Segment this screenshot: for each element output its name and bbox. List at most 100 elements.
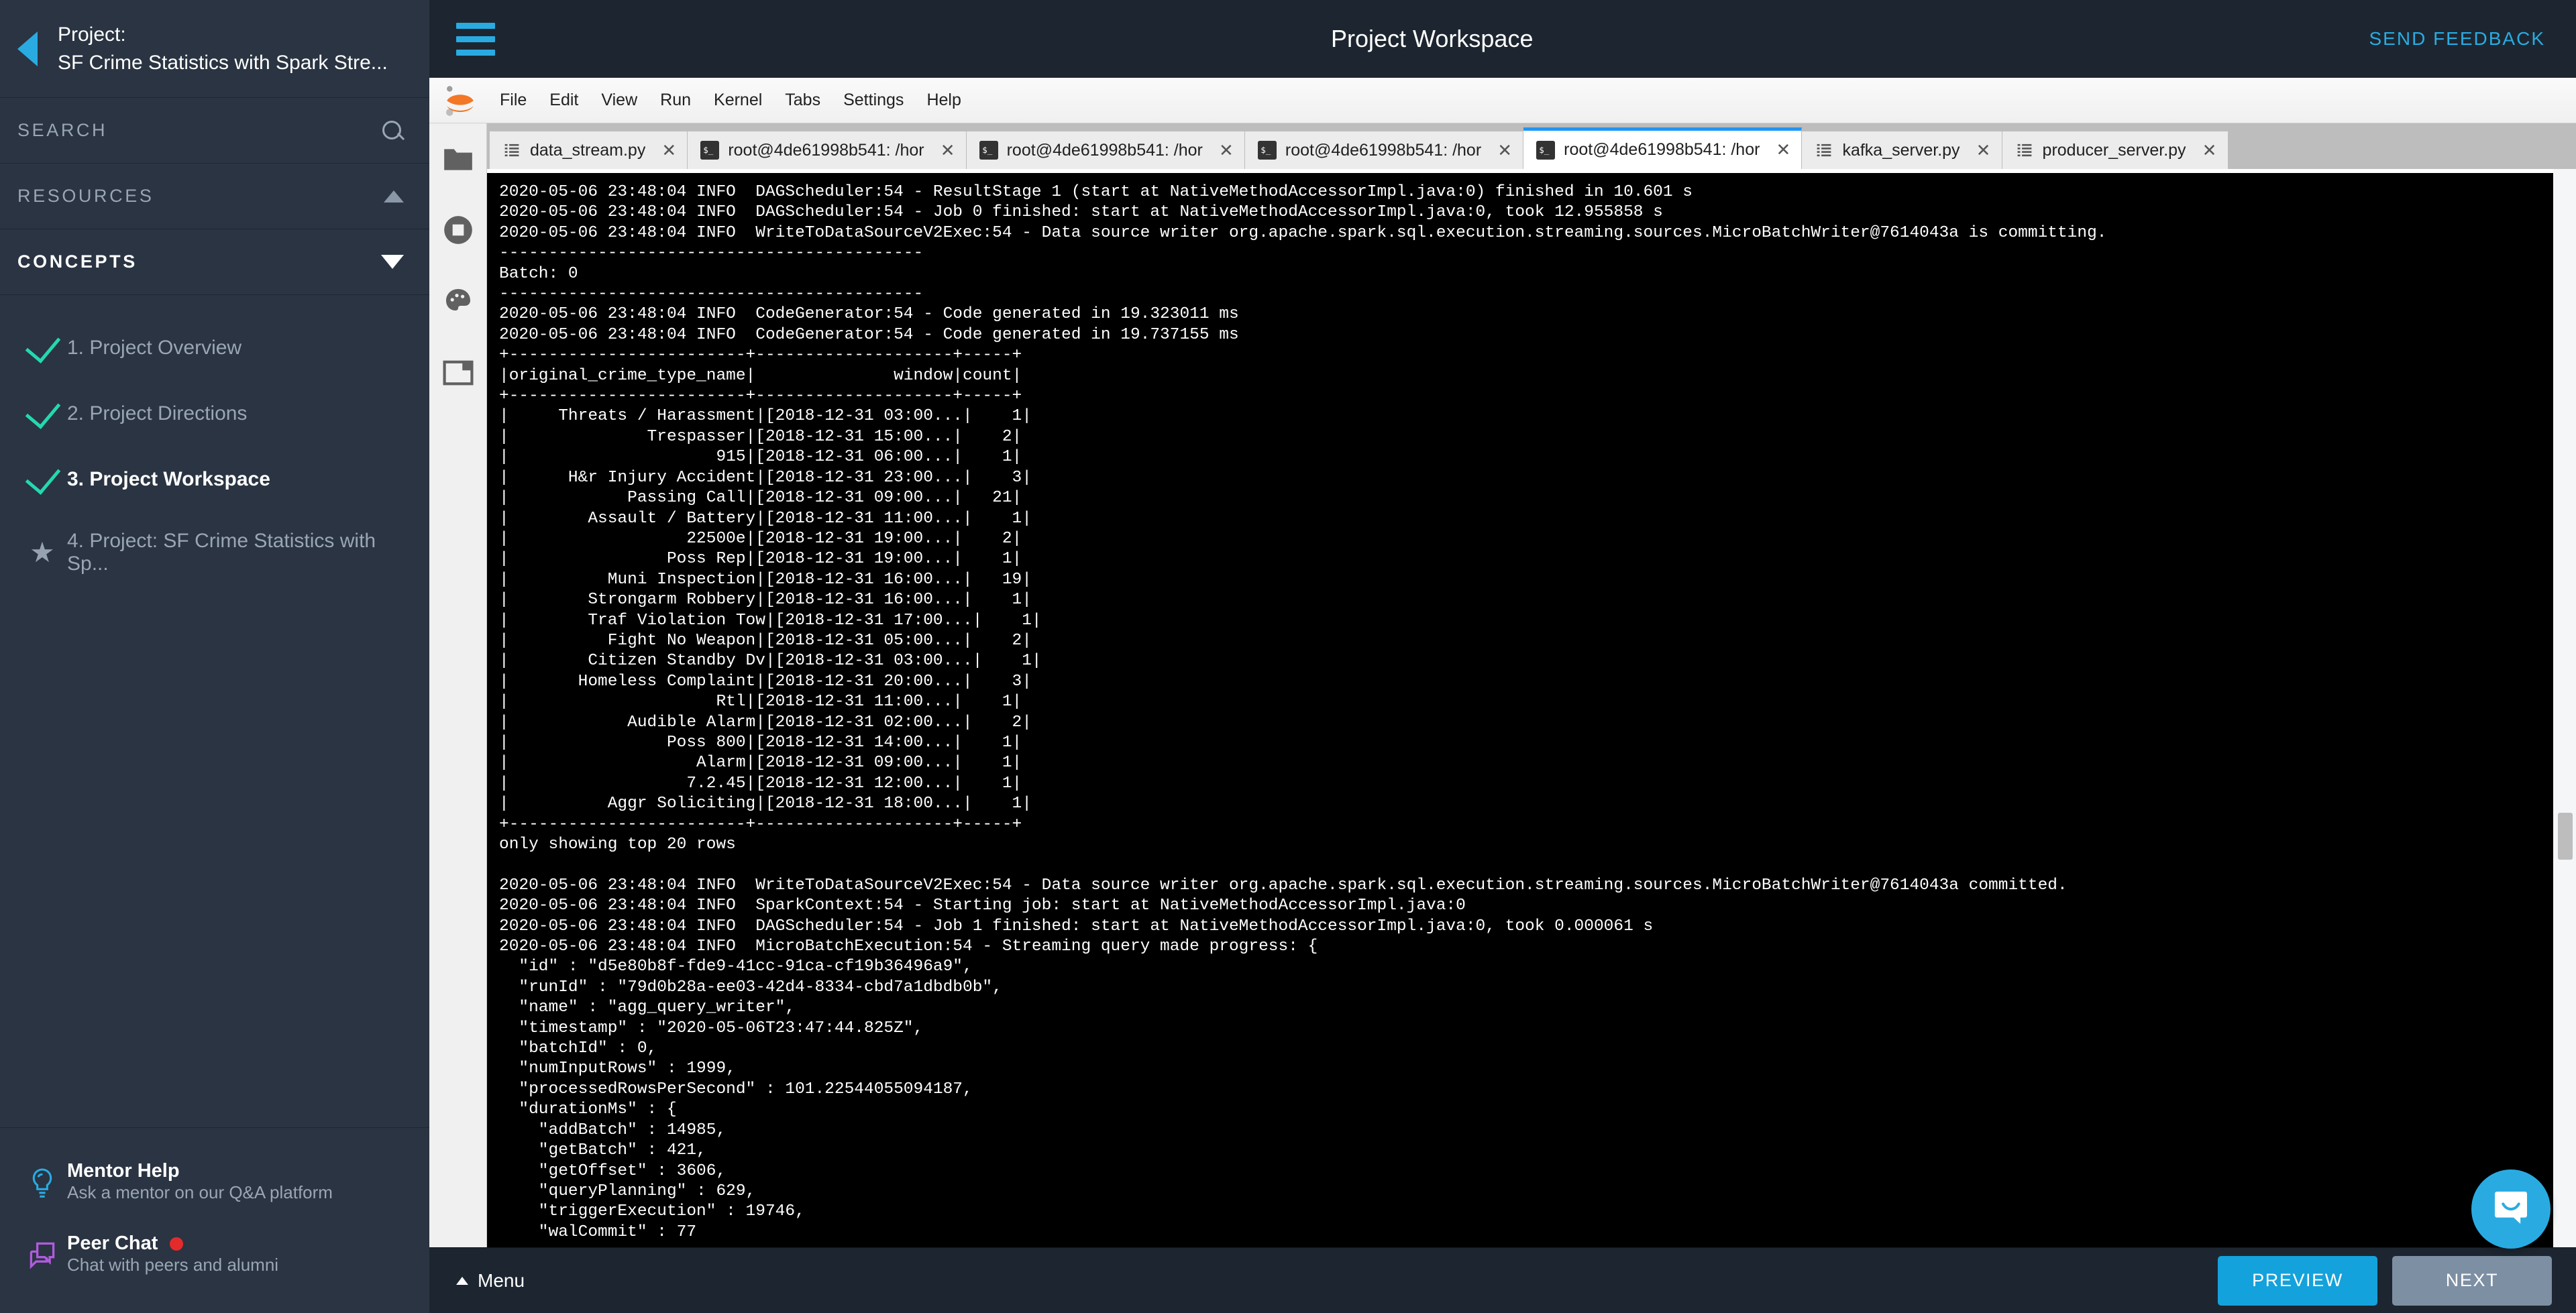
tabs-icon[interactable] [440, 354, 476, 390]
search-icon[interactable] [381, 119, 404, 142]
concept-list: 1. Project Overview 2. Project Direction… [0, 295, 429, 1127]
project-name: SF Crime Statistics with Spark Stre... [58, 51, 388, 74]
tab-label: root@4de61998b541: /hor [728, 140, 924, 160]
concepts-row[interactable]: CONCEPTS [0, 229, 429, 295]
peer-chat-item[interactable]: Peer Chat Chat with peers and alumni [0, 1218, 429, 1290]
tab-label: root@4de61998b541: /hor [1564, 140, 1760, 159]
project-title: Project: SF Crime Statistics with Spark … [58, 21, 388, 76]
concepts-label: CONCEPTS [17, 251, 138, 272]
menu-help[interactable]: Help [915, 85, 972, 115]
back-triangle-icon[interactable] [17, 31, 38, 66]
close-icon[interactable]: ✕ [939, 140, 957, 161]
star-icon: ★ [30, 536, 55, 568]
tab-terminal-2[interactable]: $_ root@4de61998b541: /hor ✕ [966, 131, 1245, 169]
tab-terminal-1[interactable]: $_ root@4de61998b541: /hor ✕ [688, 131, 967, 169]
bottom-bar: Menu PREVIEW NEXT [429, 1247, 2576, 1313]
menu-tabs[interactable]: Tabs [773, 85, 832, 115]
tab-label: kafka_server.py [1842, 140, 1960, 160]
check-icon [17, 392, 67, 429]
sidebar-item-label: 2. Project Directions [67, 402, 248, 424]
close-icon[interactable]: ✕ [1975, 140, 1992, 161]
tab-kafka-server-py[interactable]: kafka_server.py ✕ [1802, 131, 2002, 169]
search-row[interactable]: SEARCH [0, 98, 429, 164]
search-label: SEARCH [17, 120, 108, 140]
mentor-help-item[interactable]: Mentor Help Ask a mentor on our Q&A plat… [0, 1145, 429, 1218]
svg-text:$_: $_ [982, 145, 993, 155]
jupyterlab: File Edit View Run Kernel Tabs Settings … [429, 78, 2576, 1247]
close-icon[interactable]: ✕ [2201, 140, 2218, 161]
svg-text:$_: $_ [1260, 145, 1271, 155]
tab-data-stream-py[interactable]: data_stream.py ✕ [490, 131, 688, 169]
python-file-icon [2015, 140, 2035, 160]
chat-widget-button[interactable] [2471, 1169, 2551, 1249]
next-button[interactable]: NEXT [2392, 1255, 2552, 1306]
jupyter-logo-icon [441, 82, 479, 119]
tab-producer-server-py[interactable]: producer_server.py ✕ [2002, 131, 2229, 169]
running-terminals-icon[interactable] [440, 212, 476, 248]
palette-icon[interactable] [440, 283, 476, 319]
tab-terminal-4-active[interactable]: $_ root@4de61998b541: /hor ✕ [1523, 127, 1803, 169]
terminal-icon: $_ [1257, 140, 1277, 160]
terminal-scrollbar[interactable] [2553, 169, 2576, 1247]
sidebar-footer: Mentor Help Ask a mentor on our Q&A plat… [0, 1127, 429, 1313]
app-root: Project: SF Crime Statistics with Spark … [0, 0, 2576, 1313]
triangle-down-icon[interactable] [381, 255, 404, 269]
menu-file[interactable]: File [488, 85, 538, 115]
check-icon [17, 327, 67, 363]
tab-label: root@4de61998b541: /hor [1285, 140, 1482, 160]
chat-bubbles-icon [17, 1233, 67, 1270]
menu-run[interactable]: Run [649, 85, 702, 115]
sidebar-item-project-directions[interactable]: 2. Project Directions [0, 381, 429, 447]
svg-text:$_: $_ [1539, 145, 1550, 155]
workspace-pane: Project Workspace SEND FEEDBACK File Edi… [429, 0, 2576, 1313]
close-icon[interactable]: ✕ [660, 140, 678, 161]
project-label: Project: [58, 23, 126, 46]
python-file-icon [1814, 140, 1834, 160]
hamburger-icon[interactable] [456, 22, 495, 56]
page-title: Project Workspace [1331, 25, 1534, 52]
top-bar: Project Workspace SEND FEEDBACK [429, 0, 2576, 78]
menu-label: Menu [478, 1269, 525, 1291]
jupyter-body: data_stream.py ✕ $_ root@4de61998b541: /… [429, 123, 2576, 1247]
sidebar-item-project-workspace[interactable]: 3. Project Workspace [0, 447, 429, 512]
python-file-icon [502, 140, 522, 160]
close-icon[interactable]: ✕ [1218, 140, 1235, 161]
mentor-help-subtitle: Ask a mentor on our Q&A platform [67, 1182, 333, 1202]
sidebar-item-label: 4. Project: SF Crime Statistics with Sp.… [67, 530, 376, 575]
terminal-panel: 2020-05-06 23:48:04 INFO DAGScheduler:54… [487, 169, 2576, 1247]
send-feedback-button[interactable]: SEND FEEDBACK [2369, 28, 2546, 50]
tab-terminal-3[interactable]: $_ root@4de61998b541: /hor ✕ [1244, 131, 1524, 169]
sidebar-item-project-overview[interactable]: 1. Project Overview [0, 315, 429, 381]
terminal-icon: $_ [979, 140, 999, 160]
scrollbar-thumb[interactable] [2558, 813, 2573, 860]
tab-label: data_stream.py [530, 140, 646, 160]
sidebar-item-label: 1. Project Overview [67, 337, 242, 359]
peer-chat-title: Peer Chat [67, 1233, 278, 1255]
resources-row[interactable]: RESOURCES [0, 164, 429, 229]
sidebar-item-project-submission[interactable]: ★ 4. Project: SF Crime Statistics with S… [0, 512, 429, 593]
terminal-icon: $_ [700, 140, 720, 160]
tab-label: root@4de61998b541: /hor [1006, 140, 1203, 160]
classroom-sidebar: Project: SF Crime Statistics with Spark … [0, 0, 429, 1313]
menu-kernel[interactable]: Kernel [702, 85, 773, 115]
caret-up-icon [456, 1276, 468, 1285]
mentor-help-text: Mentor Help Ask a mentor on our Q&A plat… [67, 1160, 333, 1203]
close-icon[interactable]: ✕ [1774, 139, 1792, 160]
jupyter-left-rail [429, 123, 487, 1247]
chat-smile-icon [2489, 1186, 2532, 1233]
tab-label: producer_server.py [2042, 140, 2186, 160]
preview-button[interactable]: PREVIEW [2218, 1255, 2377, 1306]
triangle-up-icon[interactable] [384, 190, 404, 203]
resources-label: RESOURCES [17, 186, 154, 206]
close-icon[interactable]: ✕ [1496, 140, 1513, 161]
menu-edit[interactable]: Edit [538, 85, 590, 115]
menu-settings[interactable]: Settings [832, 85, 915, 115]
sidebar-header: Project: SF Crime Statistics with Spark … [0, 0, 429, 98]
terminal-output[interactable]: 2020-05-06 23:48:04 INFO DAGScheduler:54… [487, 173, 2553, 1247]
menu-button[interactable]: Menu [456, 1270, 525, 1292]
mentor-help-title: Mentor Help [67, 1160, 180, 1182]
menu-view[interactable]: View [590, 85, 649, 115]
folder-icon[interactable] [440, 141, 476, 177]
terminal-icon: $_ [1536, 140, 1556, 160]
jupyter-menubar: File Edit View Run Kernel Tabs Settings … [429, 78, 2576, 123]
